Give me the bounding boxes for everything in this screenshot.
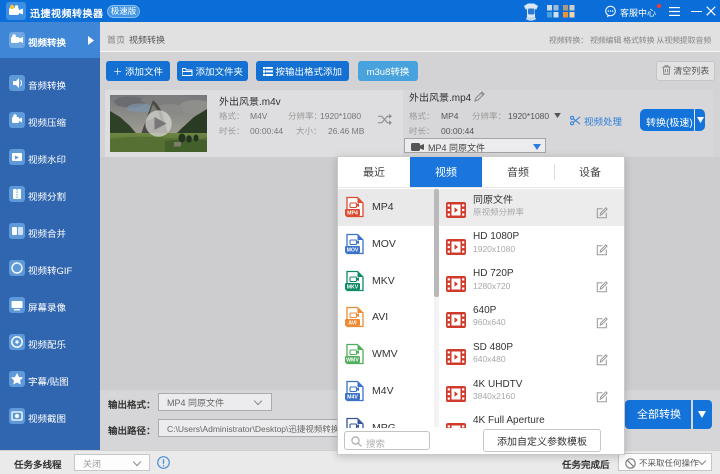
svg-text:M4V: M4V xyxy=(347,395,358,401)
svg-text:MP4: MP4 xyxy=(347,211,358,217)
svg-text:MKV: MKV xyxy=(347,284,359,290)
svg-text:WMV: WMV xyxy=(346,358,359,364)
svg-text:AVI: AVI xyxy=(348,321,357,327)
svg-text:MOV: MOV xyxy=(347,247,359,253)
